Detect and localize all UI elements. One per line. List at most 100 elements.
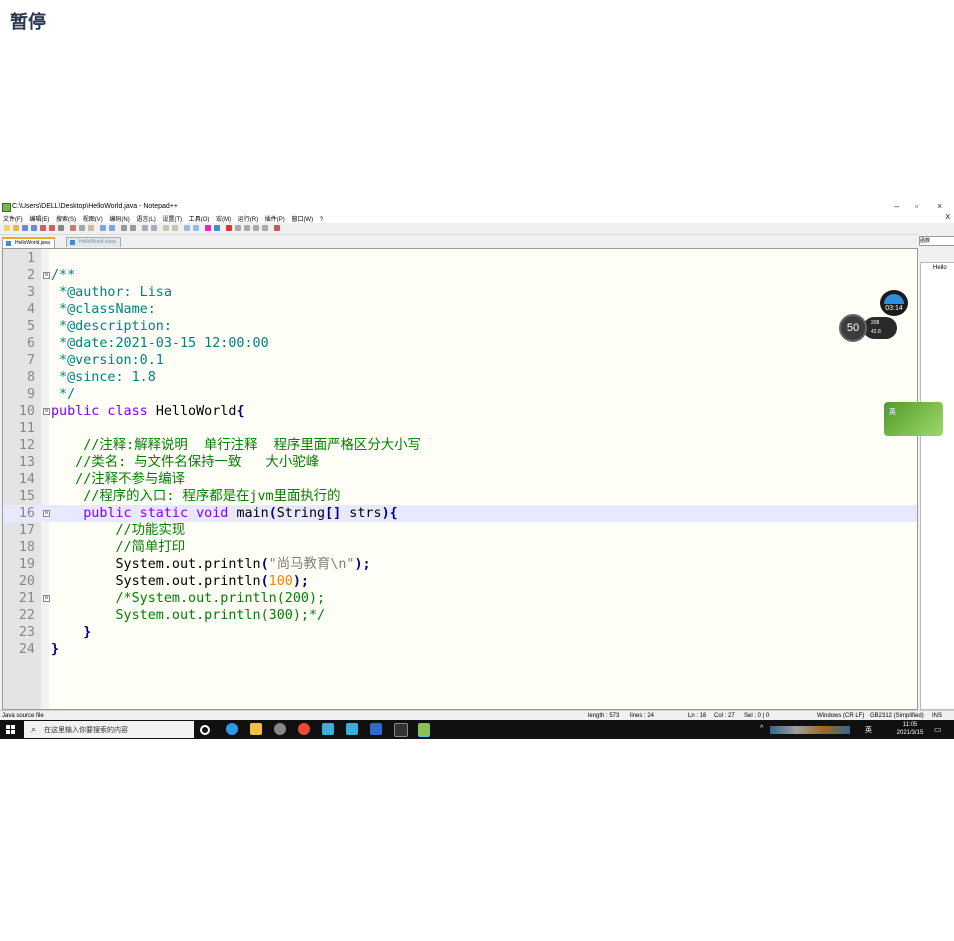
play-macro-icon[interactable] [244,225,250,231]
code-line[interactable]: 14 //注释不参与编译 [3,471,917,488]
indent-guide-icon[interactable] [193,225,199,231]
cortana-icon[interactable] [200,725,210,735]
code-editor[interactable]: 1 2 ⊟/** 3 *@author: Lisa 4 *@className: 5 *@… [2,248,918,710]
undo-icon[interactable] [100,225,106,231]
search-placeholder: 在这里输入你要搜索的内容 [44,727,128,734]
code-token: //程序的入口: 程序都是在jvm里面执行的 [51,489,341,504]
title-bar: C:\Users\DELL\Desktop\HelloWorld.java - … [0,200,954,214]
windows-start-icon[interactable] [6,725,15,734]
ime-indicator[interactable]: 英 [865,725,872,735]
word-wrap-icon[interactable] [172,225,178,231]
edge-icon[interactable] [226,723,238,735]
close-document-button[interactable]: X [945,214,950,221]
fold-toggle-icon[interactable]: ⊟ [43,272,50,279]
function-list-icon[interactable] [214,225,220,231]
code-line[interactable]: 9 */ [3,386,917,403]
function-list-item[interactable]: Hello [933,265,947,271]
minimize-button[interactable]: – [894,201,899,211]
code-line[interactable]: 21 ⊟ /*System.out.println(200); [3,590,917,607]
fold-toggle-icon[interactable]: ⊟ [43,510,50,517]
line-code: //注释不参与编译 [51,471,185,488]
close-all-icon[interactable] [49,225,55,231]
code-line[interactable]: 3 *@author: Lisa [3,284,917,301]
wps-icon[interactable] [370,723,382,735]
code-line[interactable]: 8 *@since: 1.8 [3,369,917,386]
close-file-icon[interactable] [40,225,46,231]
code-token: *@className: [51,302,156,317]
code-token: ){ [381,506,398,521]
tray-icons[interactable] [770,726,850,734]
code-line[interactable]: 6 *@date:2021-03-15 12:00:00 [3,335,917,352]
code-line[interactable]: 1 [3,250,917,267]
code-line[interactable]: 15 //程序的入口: 程序都是在jvm里面执行的 [3,488,917,505]
fold-toggle-icon[interactable]: ⊟ [43,408,50,415]
line-number: 10 [18,404,35,419]
typora-icon[interactable] [322,723,334,735]
line-number: 18 [18,540,35,555]
intellij-icon[interactable] [346,723,358,735]
fold-toggle-icon[interactable]: ⊟ [43,595,50,602]
ime-status-widget[interactable]: 英 [884,402,943,436]
code-line[interactable]: 19 System.out.println("尚马教育\n"); [3,556,917,573]
open-file-icon[interactable] [13,225,19,231]
sync-scroll-icon[interactable] [163,225,169,231]
spellcheck-icon[interactable] [274,225,280,231]
code-line[interactable]: 24} [3,641,917,658]
print-icon[interactable] [58,225,64,231]
copy-icon[interactable] [79,225,85,231]
file-explorer-icon[interactable] [250,723,262,735]
settings-app-icon[interactable] [274,723,286,735]
taskbar-search-box[interactable]: ⌕ 在这里输入你要搜索的内容 [24,721,194,738]
notification-center-icon[interactable]: ▭ [934,725,942,734]
zoom-in-icon[interactable] [142,225,148,231]
stop-macro-icon[interactable] [235,225,241,231]
code-line[interactable]: 22 System.out.println(300);*/ [3,607,917,624]
save-all-icon[interactable] [31,225,37,231]
doc-map-icon[interactable] [205,225,211,231]
save-macro-icon[interactable] [262,225,268,231]
code-token: ( [260,574,269,589]
code-line[interactable]: 23 } [3,624,917,641]
code-line[interactable]: 20 System.out.println(100); [3,573,917,590]
line-code: //功能实现 [51,522,185,539]
tab-helloworld-java[interactable]: HelloWorld.java [2,237,55,248]
code-line[interactable]: 12 //注释:解释说明 单行注释 程序里面严格区分大小写 [3,437,917,454]
code-line[interactable]: 7 *@version:0.1 [3,352,917,369]
tab-label: HelloWorld.class [79,239,117,245]
code-line[interactable]: 5 *@description: [3,318,917,335]
code-line[interactable]: 2 ⊟/** [3,267,917,284]
code-line[interactable]: 16 ⊟ public static void main(String[] str… [3,505,917,522]
line-code: */ [51,386,75,403]
notepadpp-taskbar-icon[interactable] [418,723,430,735]
code-token: ( [260,557,269,572]
code-line[interactable]: 17 //功能实现 [3,522,917,539]
find-icon[interactable] [121,225,127,231]
terminal-icon[interactable] [394,723,408,737]
save-icon[interactable] [22,225,28,231]
weather-clock-widget[interactable]: 03:14 [880,290,908,316]
function-list-tree[interactable]: Hello [920,262,954,710]
status-mode: INS [932,713,943,719]
paste-icon[interactable] [88,225,94,231]
code-line[interactable]: 18 //简单打印 [3,539,917,556]
code-line[interactable]: 13 //类名: 与文件名保持一致 大小驼峰 [3,454,917,471]
redo-icon[interactable] [109,225,115,231]
code-token: System.out.println [51,557,261,572]
cut-icon[interactable] [70,225,76,231]
show-all-chars-icon[interactable] [184,225,190,231]
new-file-icon[interactable] [4,225,10,231]
code-line[interactable]: 11 [3,420,917,437]
tab-helloworld-class[interactable]: HelloWorld.class [66,237,122,247]
maximize-button[interactable]: ▫ [915,201,918,211]
replace-icon[interactable] [130,225,136,231]
chrome-icon[interactable] [298,723,310,735]
code-line[interactable]: 10 ⊟ public class HelloWorld{ [3,403,917,420]
code-line[interactable]: 4 *@className: [3,301,917,318]
record-macro-icon[interactable] [226,225,232,231]
run-macro-multiple-icon[interactable] [253,225,259,231]
zoom-out-icon[interactable] [151,225,157,231]
close-button[interactable]: × [937,201,942,211]
taskbar-clock[interactable]: 11:05 2021/3/15 [892,721,928,737]
tray-chevron-icon[interactable]: ^ [760,725,763,732]
system-monitor-widget[interactable]: 208 42.8 50 [839,314,899,342]
